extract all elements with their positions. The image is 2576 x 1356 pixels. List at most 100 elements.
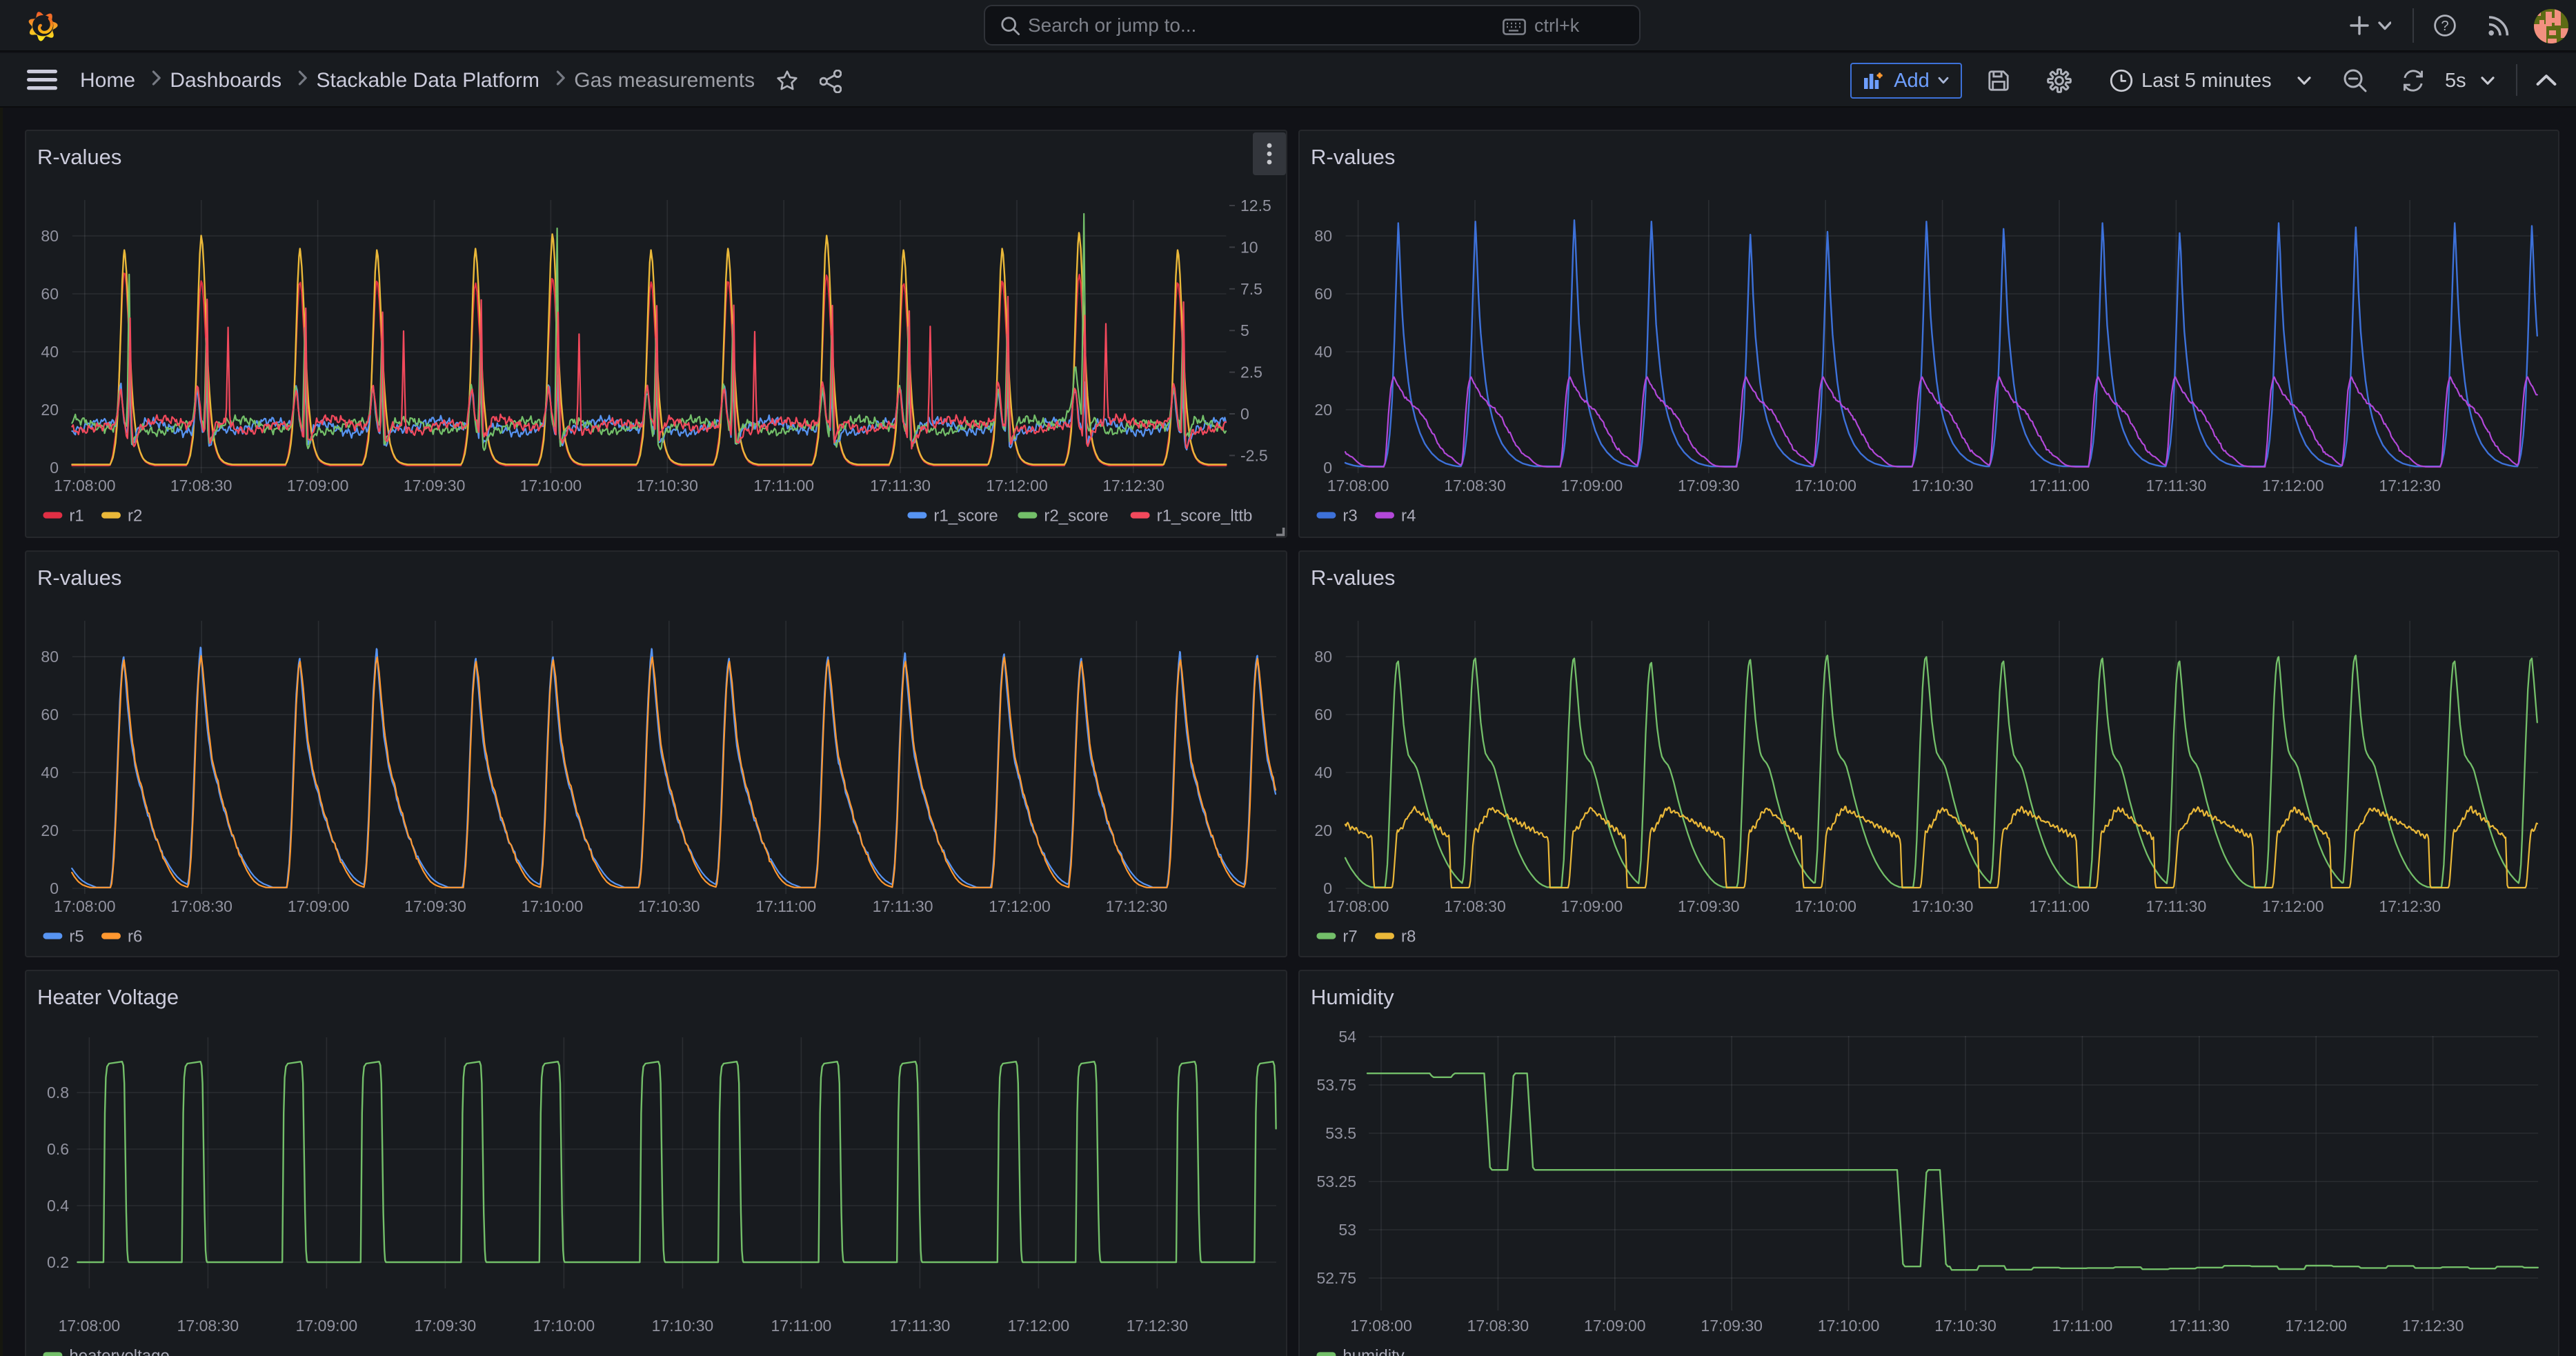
svg-text:17:10:30: 17:10:30 (636, 477, 698, 495)
svg-text:17:10:00: 17:10:00 (1794, 477, 1856, 495)
svg-text:r1: r1 (69, 506, 83, 525)
svg-text:17:10:00: 17:10:00 (522, 897, 584, 915)
svg-text:r1_score: r1_score (933, 506, 998, 525)
svg-text:Humidity: Humidity (1311, 985, 1394, 1009)
svg-text:0: 0 (1323, 459, 1332, 477)
svg-text:80: 80 (1314, 227, 1332, 245)
svg-text:20: 20 (1314, 401, 1332, 419)
svg-text:0: 0 (1323, 879, 1332, 897)
svg-text:54: 54 (1338, 1028, 1356, 1046)
svg-text:17:12:30: 17:12:30 (1102, 477, 1165, 495)
svg-text:17:09:00: 17:09:00 (1584, 1317, 1646, 1335)
svg-text:17:11:00: 17:11:00 (753, 477, 814, 495)
svg-text:17:11:30: 17:11:30 (2169, 1317, 2230, 1335)
svg-text:5: 5 (1240, 321, 1249, 339)
svg-text:17:08:30: 17:08:30 (177, 1317, 239, 1335)
svg-text:17:11:30: 17:11:30 (870, 477, 931, 495)
svg-text:53.5: 53.5 (1325, 1124, 1356, 1142)
svg-text:17:08:30: 17:08:30 (170, 477, 232, 495)
svg-text:60: 60 (1314, 285, 1332, 303)
svg-text:10: 10 (1240, 238, 1258, 256)
svg-text:17:09:30: 17:09:30 (404, 897, 466, 915)
svg-text:17:11:00: 17:11:00 (2052, 1317, 2112, 1335)
svg-text:17:11:30: 17:11:30 (873, 897, 933, 915)
svg-text:17:09:00: 17:09:00 (296, 1317, 358, 1335)
svg-text:0: 0 (50, 879, 59, 897)
svg-text:17:12:00: 17:12:00 (2262, 477, 2324, 495)
svg-text:r3: r3 (1343, 506, 1357, 525)
svg-text:0.4: 0.4 (47, 1197, 69, 1215)
svg-text:R-values: R-values (37, 566, 121, 590)
svg-text:17:10:00: 17:10:00 (520, 477, 582, 495)
svg-text:17:08:00: 17:08:00 (1327, 477, 1389, 495)
svg-text:R-values: R-values (37, 145, 121, 169)
svg-text:r2_score: r2_score (1044, 506, 1108, 525)
svg-text:17:12:00: 17:12:00 (989, 897, 1051, 915)
svg-text:-2.5: -2.5 (1240, 446, 1268, 464)
svg-text:0.2: 0.2 (47, 1253, 69, 1271)
svg-text:17:11:00: 17:11:00 (771, 1317, 831, 1335)
svg-text:17:11:30: 17:11:30 (2146, 897, 2206, 915)
svg-text:2.5: 2.5 (1240, 363, 1262, 381)
svg-text:17:11:30: 17:11:30 (2146, 477, 2206, 495)
svg-text:40: 40 (41, 764, 59, 781)
svg-text:20: 20 (41, 401, 59, 419)
svg-text:20: 20 (41, 821, 59, 839)
svg-text:Heater Voltage: Heater Voltage (37, 985, 179, 1009)
svg-text:17:11:00: 17:11:00 (2029, 477, 2090, 495)
svg-text:53: 53 (1338, 1221, 1356, 1239)
svg-text:humidity: humidity (1343, 1346, 1404, 1356)
svg-text:17:08:30: 17:08:30 (1444, 477, 1506, 495)
svg-text:r8: r8 (1401, 927, 1416, 946)
svg-text:17:10:30: 17:10:30 (1912, 897, 1974, 915)
svg-text:17:09:30: 17:09:30 (1701, 1317, 1763, 1335)
svg-text:17:08:00: 17:08:00 (59, 1317, 121, 1335)
svg-text:17:09:30: 17:09:30 (1678, 477, 1740, 495)
svg-text:7.5: 7.5 (1240, 280, 1262, 298)
svg-text:17:08:00: 17:08:00 (1327, 897, 1389, 915)
svg-text:r7: r7 (1343, 927, 1357, 946)
svg-text:80: 80 (1314, 648, 1332, 666)
svg-text:17:09:30: 17:09:30 (1678, 897, 1740, 915)
svg-text:0: 0 (1240, 405, 1249, 423)
svg-text:17:12:30: 17:12:30 (2379, 477, 2441, 495)
svg-text:17:09:00: 17:09:00 (1561, 477, 1623, 495)
svg-text:17:09:00: 17:09:00 (1561, 897, 1623, 915)
svg-text:17:09:00: 17:09:00 (287, 477, 349, 495)
svg-text:80: 80 (41, 648, 59, 666)
svg-text:0: 0 (50, 459, 59, 477)
svg-text:17:10:30: 17:10:30 (1912, 477, 1974, 495)
svg-text:17:11:00: 17:11:00 (755, 897, 816, 915)
svg-text:17:09:30: 17:09:30 (404, 477, 466, 495)
svg-text:20: 20 (1314, 821, 1332, 839)
svg-text:17:10:00: 17:10:00 (1794, 897, 1856, 915)
svg-text:r1_score_lttb: r1_score_lttb (1157, 506, 1253, 525)
svg-text:17:08:30: 17:08:30 (170, 897, 232, 915)
svg-text:r2: r2 (128, 506, 142, 525)
svg-text:R-values: R-values (1311, 145, 1395, 169)
svg-text:17:08:00: 17:08:00 (54, 897, 116, 915)
svg-text:r5: r5 (69, 927, 83, 946)
svg-text:17:10:30: 17:10:30 (652, 1317, 714, 1335)
svg-text:17:10:30: 17:10:30 (638, 897, 700, 915)
svg-text:17:12:00: 17:12:00 (2262, 897, 2324, 915)
svg-text:53.25: 53.25 (1316, 1173, 1356, 1190)
svg-text:17:12:30: 17:12:30 (1127, 1317, 1189, 1335)
svg-text:17:12:00: 17:12:00 (986, 477, 1048, 495)
svg-text:17:12:30: 17:12:30 (1106, 897, 1168, 915)
svg-text:17:08:00: 17:08:00 (54, 477, 116, 495)
svg-text:17:11:00: 17:11:00 (2029, 897, 2090, 915)
svg-text:40: 40 (1314, 343, 1332, 361)
svg-text:17:12:00: 17:12:00 (1008, 1317, 1070, 1335)
svg-text:R-values: R-values (1311, 566, 1395, 590)
svg-text:0.6: 0.6 (47, 1140, 69, 1158)
svg-text:17:12:00: 17:12:00 (2285, 1317, 2347, 1335)
svg-text:r6: r6 (128, 927, 142, 946)
svg-text:17:09:30: 17:09:30 (415, 1317, 477, 1335)
svg-text:12.5: 12.5 (1240, 197, 1271, 215)
svg-text:17:09:00: 17:09:00 (288, 897, 350, 915)
svg-text:0.8: 0.8 (47, 1084, 69, 1101)
svg-text:17:12:30: 17:12:30 (2379, 897, 2441, 915)
svg-text:17:10:00: 17:10:00 (533, 1317, 595, 1335)
svg-text:r4: r4 (1401, 506, 1416, 525)
